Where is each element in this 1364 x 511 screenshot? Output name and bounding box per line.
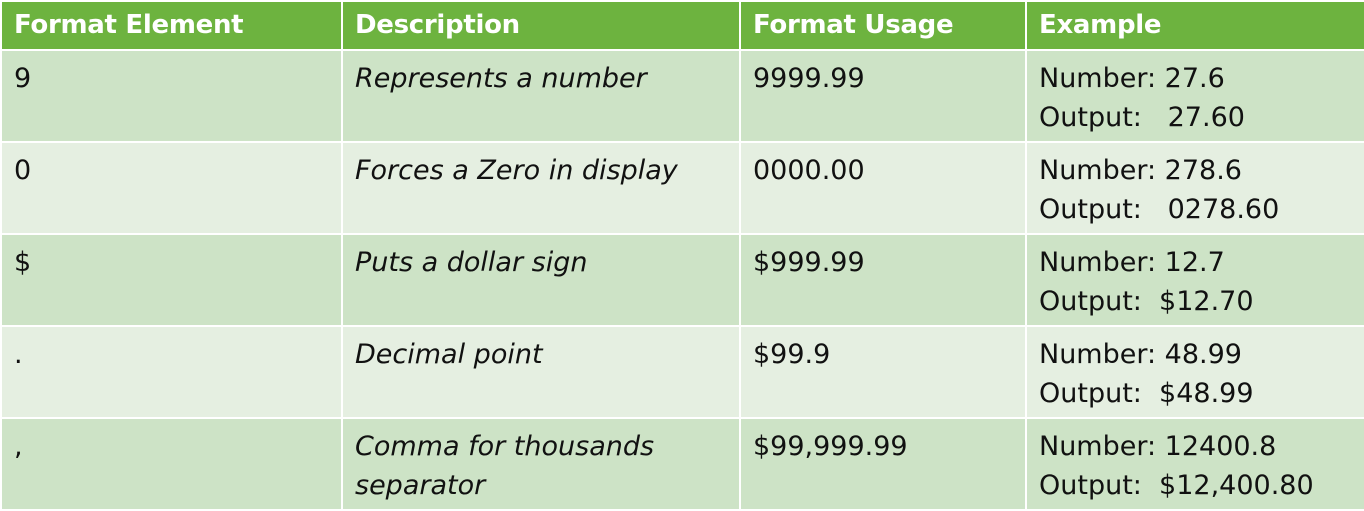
format-usage-cell: 9999.99 bbox=[739, 49, 1027, 143]
description-cell: Comma for thousands separator bbox=[341, 417, 741, 511]
example-cell: Number: 48.99 Output: $48.99 bbox=[1025, 325, 1364, 419]
example-number: Number: 12400.8 bbox=[1039, 431, 1277, 462]
example-cell: Number: 278.6 Output: 0278.60 bbox=[1025, 141, 1364, 235]
header-example: Example bbox=[1025, 0, 1364, 51]
table-body: 9 Represents a number 9999.99 Number: 27… bbox=[0, 49, 1364, 511]
format-element-cell: $ bbox=[0, 233, 343, 327]
example-output: Output: $12,400.80 bbox=[1039, 470, 1314, 501]
example-number: Number: 278.6 bbox=[1039, 155, 1242, 186]
example-cell: Number: 12.7 Output: $12.70 bbox=[1025, 233, 1364, 327]
description-cell: Forces a Zero in display bbox=[341, 141, 741, 235]
format-usage-cell: $999.99 bbox=[739, 233, 1027, 327]
header-format-usage: Format Usage bbox=[739, 0, 1027, 51]
format-element-cell: , bbox=[0, 417, 343, 511]
example-output: Output: 27.60 bbox=[1039, 102, 1245, 133]
example-number: Number: 12.7 bbox=[1039, 247, 1225, 278]
description-cell: Puts a dollar sign bbox=[341, 233, 741, 327]
format-element-cell: 9 bbox=[0, 49, 343, 143]
example-output: Output: 0278.60 bbox=[1039, 194, 1280, 225]
example-output: Output: $12.70 bbox=[1039, 286, 1254, 317]
table-header: Format Element Description Format Usage … bbox=[0, 0, 1364, 51]
table-row: 0 Forces a Zero in display 0000.00 Numbe… bbox=[0, 141, 1364, 235]
format-element-cell: 0 bbox=[0, 141, 343, 235]
example-cell: Number: 27.6 Output: 27.60 bbox=[1025, 49, 1364, 143]
description-cell: Decimal point bbox=[341, 325, 741, 419]
header-format-element: Format Element bbox=[0, 0, 343, 51]
description-cell: Represents a number bbox=[341, 49, 741, 143]
example-number: Number: 48.99 bbox=[1039, 339, 1242, 370]
example-number: Number: 27.6 bbox=[1039, 63, 1225, 94]
format-element-cell: . bbox=[0, 325, 343, 419]
example-output: Output: $48.99 bbox=[1039, 378, 1254, 409]
format-usage-cell: $99,999.99 bbox=[739, 417, 1027, 511]
format-usage-cell: 0000.00 bbox=[739, 141, 1027, 235]
table-row: . Decimal point $99.9 Number: 48.99 Outp… bbox=[0, 325, 1364, 419]
table-row: 9 Represents a number 9999.99 Number: 27… bbox=[0, 49, 1364, 143]
header-description: Description bbox=[341, 0, 741, 51]
example-cell: Number: 12400.8 Output: $12,400.80 bbox=[1025, 417, 1364, 511]
table-row: $ Puts a dollar sign $999.99 Number: 12.… bbox=[0, 233, 1364, 327]
table-row: , Comma for thousands separator $99,999.… bbox=[0, 417, 1364, 511]
header-row: Format Element Description Format Usage … bbox=[0, 0, 1364, 51]
format-usage-cell: $99.9 bbox=[739, 325, 1027, 419]
format-elements-table: Format Element Description Format Usage … bbox=[0, 0, 1364, 511]
